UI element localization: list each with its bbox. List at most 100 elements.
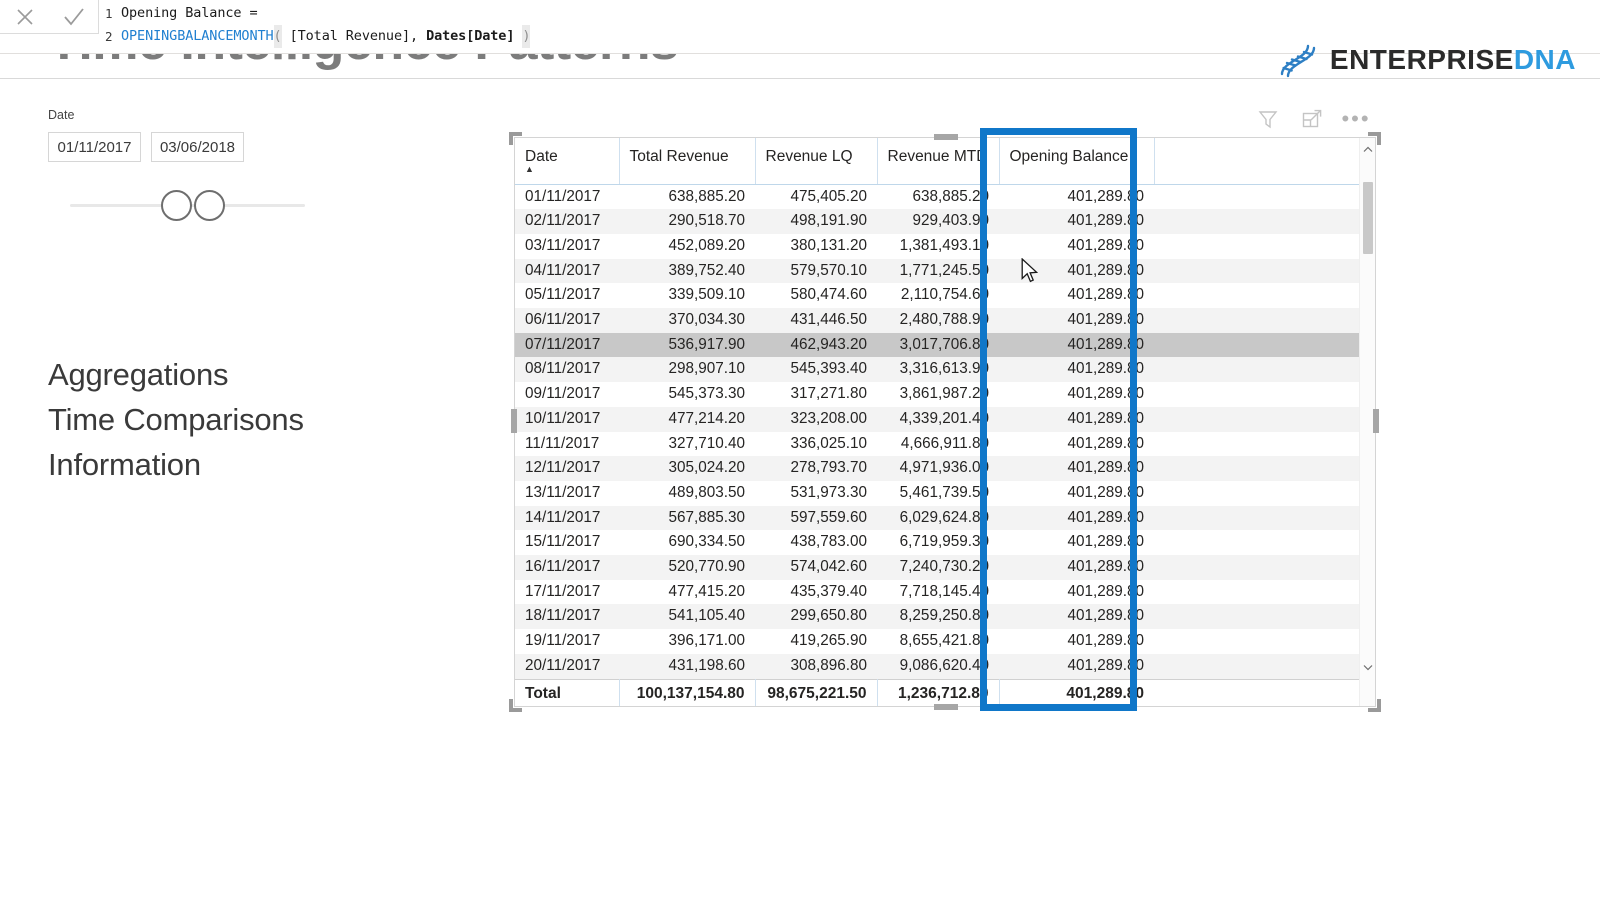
table-row[interactable]: 08/11/2017 298,907.10 545,393.40 3,316,613.… xyxy=(515,357,1360,383)
cell-revenue_mtd[interactable]: 8,259,250.80 xyxy=(877,604,999,630)
slicer-start-input[interactable]: 01/11/2017 xyxy=(48,132,141,162)
cell-date[interactable]: 15/11/2017 xyxy=(515,530,619,556)
table-row[interactable]: 13/11/2017 489,803.50 531,973.30 5,461,739.… xyxy=(515,480,1360,506)
cell-revenue_mtd[interactable]: 5,461,739.50 xyxy=(877,480,999,506)
cell-revenue_lq[interactable]: 438,783.00 xyxy=(755,530,877,556)
cell-revenue_mtd[interactable]: 929,403.90 xyxy=(877,209,999,234)
table-row[interactable]: 20/11/2017 431,198.60 308,896.80 9,086,620.… xyxy=(515,653,1360,680)
cell-revenue_mtd[interactable]: 3,017,706.80 xyxy=(877,332,999,358)
cell-revenue_mtd[interactable]: 638,885.20 xyxy=(877,184,999,210)
cell-revenue_lq[interactable]: 498,191.90 xyxy=(755,209,877,234)
table-row[interactable]: 18/11/2017 541,105.40 299,650.80 8,259,250.… xyxy=(515,604,1360,630)
scrollbar-thumb[interactable] xyxy=(1363,182,1373,254)
resize-handle-bottom-right[interactable] xyxy=(1368,699,1381,712)
cell-revenue_lq[interactable]: 419,265.90 xyxy=(755,629,877,654)
slicer-end-input[interactable]: 03/06/2018 xyxy=(151,132,244,162)
sort-ascending-icon[interactable]: ▲ xyxy=(525,164,534,174)
cell-date[interactable]: 19/11/2017 xyxy=(515,629,619,654)
cell-total_revenue[interactable]: 638,885.20 xyxy=(619,184,755,210)
cell-date[interactable]: 10/11/2017 xyxy=(515,406,619,432)
column-header-total-revenue[interactable]: Total Revenue xyxy=(619,138,756,185)
cell-revenue_mtd[interactable]: 2,480,788.90 xyxy=(877,308,999,333)
cell-revenue_mtd[interactable]: 6,029,624.80 xyxy=(877,505,999,531)
more-options-ellipsis[interactable]: ••• xyxy=(1341,106,1369,132)
cell-revenue_mtd[interactable]: 1,381,493.10 xyxy=(877,233,999,259)
cell-opening_balance[interactable]: 401,289.80 xyxy=(999,406,1154,432)
cell-total_revenue[interactable]: 396,171.00 xyxy=(619,629,755,654)
cell-revenue_lq[interactable]: 278,793.70 xyxy=(755,456,877,481)
cell-total_revenue[interactable]: 567,885.30 xyxy=(619,505,755,531)
cell-total_revenue[interactable]: 477,214.20 xyxy=(619,406,755,432)
cell-opening_balance[interactable]: 401,289.80 xyxy=(999,456,1154,481)
close-icon[interactable] xyxy=(3,0,47,33)
cell-date[interactable]: 07/11/2017 xyxy=(515,332,619,358)
cell-opening_balance[interactable]: 401,289.80 xyxy=(999,530,1154,556)
date-slicer[interactable]: Date 01/11/2017 03/06/2018 xyxy=(48,108,328,226)
cell-total_revenue[interactable]: 389,752.40 xyxy=(619,258,755,284)
cell-revenue_mtd[interactable]: 8,655,421.80 xyxy=(877,629,999,654)
cell-revenue_lq[interactable]: 380,131.20 xyxy=(755,233,877,259)
table-row[interactable]: 16/11/2017 520,770.90 574,042.60 7,240,730.… xyxy=(515,555,1360,580)
table-body[interactable]: 01/11/2017 638,885.20 475,405.20 638,885.20… xyxy=(515,184,1360,680)
cell-revenue_lq[interactable]: 579,570.10 xyxy=(755,258,877,284)
cell-opening_balance[interactable]: 401,289.80 xyxy=(999,505,1154,531)
cell-total_revenue[interactable]: 339,509.10 xyxy=(619,283,755,309)
cell-total_revenue[interactable]: 477,415.20 xyxy=(619,579,755,605)
cell-date[interactable]: 01/11/2017 xyxy=(515,184,619,210)
table-row[interactable]: 03/11/2017 452,089.20 380,131.20 1,381,493.… xyxy=(515,233,1360,259)
cell-total_revenue[interactable]: 489,803.50 xyxy=(619,480,755,506)
column-header-opening-balance[interactable]: Opening Balance xyxy=(999,138,1155,185)
cell-date[interactable]: 14/11/2017 xyxy=(515,505,619,531)
nav-item-time-comparisons[interactable]: Time Comparisons xyxy=(48,397,304,442)
cell-total_revenue[interactable]: 298,907.10 xyxy=(619,357,755,383)
table-row[interactable]: 01/11/2017 638,885.20 475,405.20 638,885.20… xyxy=(515,184,1360,210)
cell-opening_balance[interactable]: 401,289.80 xyxy=(999,431,1154,457)
cell-revenue_mtd[interactable]: 7,240,730.20 xyxy=(877,555,999,580)
table-row[interactable]: 10/11/2017 477,214.20 323,208.00 4,339,201.… xyxy=(515,406,1360,432)
table-row[interactable]: 09/11/2017 545,373.30 317,271.80 3,861,987.… xyxy=(515,382,1360,407)
chevron-down-icon[interactable] xyxy=(1360,658,1376,676)
checkmark-icon[interactable] xyxy=(52,0,96,33)
cell-date[interactable]: 13/11/2017 xyxy=(515,480,619,506)
table-row[interactable]: 06/11/2017 370,034.30 431,446.50 2,480,788.… xyxy=(515,308,1360,333)
cell-revenue_mtd[interactable]: 7,718,145.40 xyxy=(877,579,999,605)
table-row[interactable]: 02/11/2017 290,518.70 498,191.90 929,403.90… xyxy=(515,209,1360,234)
table-row[interactable]: 11/11/2017 327,710.40 336,025.10 4,666,911.… xyxy=(515,431,1360,457)
cell-opening_balance[interactable]: 401,289.80 xyxy=(999,480,1154,506)
cell-opening_balance[interactable]: 401,289.80 xyxy=(999,579,1154,605)
cell-total_revenue[interactable]: 452,089.20 xyxy=(619,233,755,259)
cell-total_revenue[interactable]: 545,373.30 xyxy=(619,382,755,407)
cell-revenue_lq[interactable]: 531,973.30 xyxy=(755,480,877,506)
cell-date[interactable]: 18/11/2017 xyxy=(515,604,619,630)
cell-revenue_mtd[interactable]: 2,110,754.60 xyxy=(877,283,999,309)
cell-total_revenue[interactable]: 541,105.40 xyxy=(619,604,755,630)
resize-handle-right[interactable] xyxy=(1373,409,1379,433)
cell-date[interactable]: 04/11/2017 xyxy=(515,258,619,284)
cell-opening_balance[interactable]: 401,289.80 xyxy=(999,209,1154,234)
cell-opening_balance[interactable]: 401,289.80 xyxy=(999,357,1154,383)
table-row[interactable]: 12/11/2017 305,024.20 278,793.70 4,971,936.… xyxy=(515,456,1360,481)
cell-date[interactable]: 06/11/2017 xyxy=(515,308,619,333)
table-row[interactable]: 04/11/2017 389,752.40 579,570.10 1,771,245.… xyxy=(515,258,1360,284)
table-grid[interactable]: Date ▲ Total Revenue Revenue LQ Revenue … xyxy=(515,138,1360,706)
cell-date[interactable]: 03/11/2017 xyxy=(515,233,619,259)
cell-revenue_mtd[interactable]: 3,316,613.90 xyxy=(877,357,999,383)
cell-revenue_mtd[interactable]: 3,861,987.20 xyxy=(877,382,999,407)
table-row[interactable]: 05/11/2017 339,509.10 580,474.60 2,110,754.… xyxy=(515,283,1360,309)
cell-date[interactable]: 09/11/2017 xyxy=(515,382,619,407)
cell-revenue_lq[interactable]: 574,042.60 xyxy=(755,555,877,580)
filter-funnel-icon[interactable] xyxy=(1255,106,1281,132)
cell-opening_balance[interactable]: 401,289.80 xyxy=(999,184,1154,210)
cell-revenue_lq[interactable]: 435,379.40 xyxy=(755,579,877,605)
cell-date[interactable]: 08/11/2017 xyxy=(515,357,619,383)
table-visual[interactable]: Date ▲ Total Revenue Revenue LQ Revenue … xyxy=(509,128,1381,712)
table-row[interactable]: 19/11/2017 396,171.00 419,265.90 8,655,421.… xyxy=(515,629,1360,654)
cell-opening_balance[interactable]: 401,289.80 xyxy=(999,258,1154,284)
cell-date[interactable]: 11/11/2017 xyxy=(515,431,619,457)
slider-handle-start[interactable] xyxy=(161,190,192,221)
resize-handle-top-left[interactable] xyxy=(509,132,522,145)
cell-total_revenue[interactable]: 290,518.70 xyxy=(619,209,755,234)
cell-total_revenue[interactable]: 370,034.30 xyxy=(619,308,755,333)
cell-date[interactable]: 12/11/2017 xyxy=(515,456,619,481)
cell-revenue_mtd[interactable]: 4,339,201.40 xyxy=(877,406,999,432)
